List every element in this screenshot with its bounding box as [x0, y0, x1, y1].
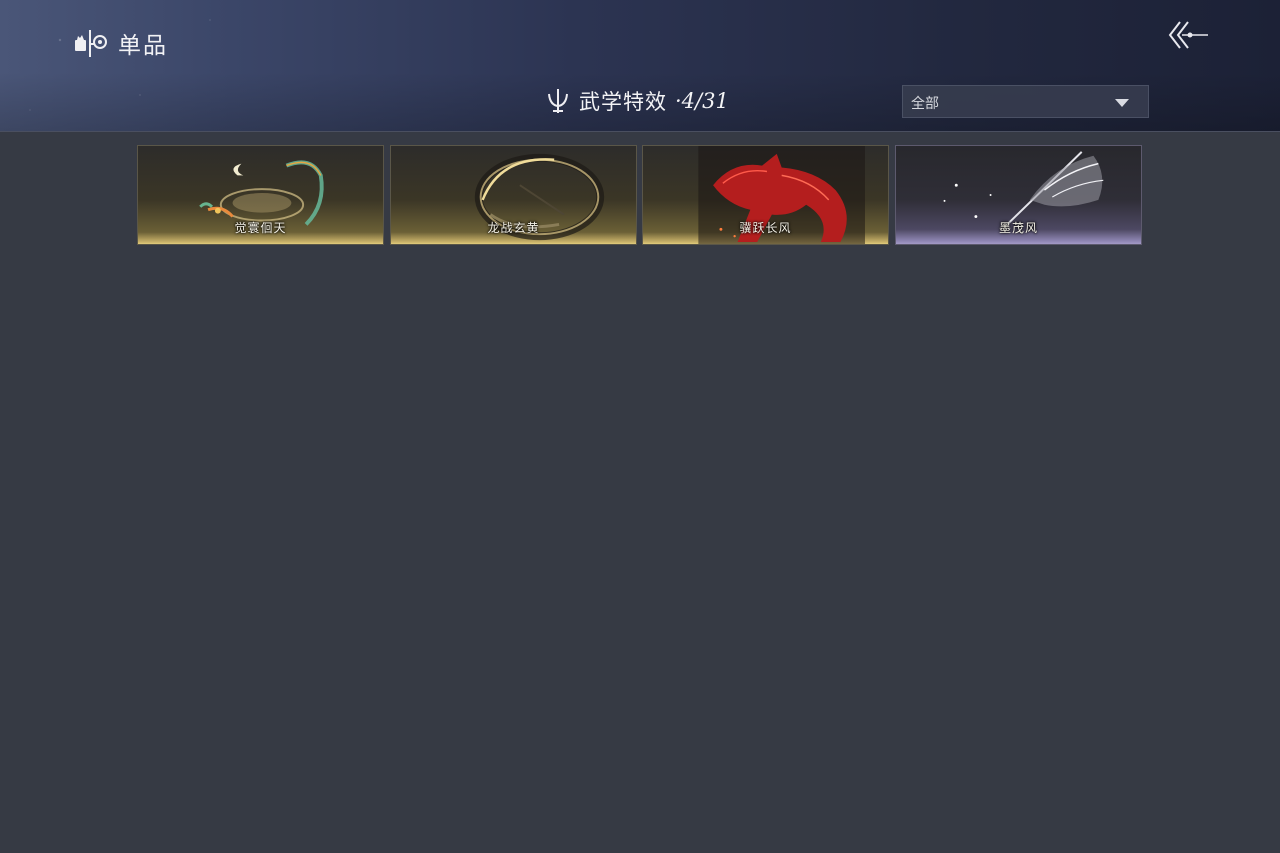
martial-trident-icon [548, 89, 568, 113]
shop-screen: 单品 武学特效 ·4/31 全部 觉寰佪天 龙战玄黄 骥跃长风 墨茂风 [0, 0, 1280, 853]
item-name: 墨茂风 [998, 221, 1038, 235]
item-card[interactable]: 觉寰佪天 [137, 145, 384, 245]
item-name: 龙战玄黄 [487, 221, 540, 235]
chevron-down-icon [1115, 99, 1129, 107]
item-name: 觉寰佪天 [234, 221, 287, 235]
back-arrow-icon[interactable] [1166, 18, 1210, 52]
category-count: ·4/31 [675, 89, 729, 113]
category-label: 武学特效 [579, 90, 667, 114]
item-name: 骥跃长风 [739, 221, 792, 235]
shop-item-icon [75, 30, 107, 57]
item-card[interactable]: 墨茂风 [895, 145, 1142, 245]
item-grid: 觉寰佪天 龙战玄黄 骥跃长风 墨茂风 [137, 145, 1143, 245]
filter-dropdown[interactable]: 全部 [902, 85, 1149, 118]
category-title: 武学特效 ·4/31 [545, 86, 729, 116]
filter-selected-value: 全部 [911, 96, 939, 112]
item-card[interactable]: 龙战玄黄 [390, 145, 637, 245]
section-title: 单品 [118, 33, 168, 59]
item-card[interactable]: 骥跃长风 [642, 145, 889, 245]
section-header: 单品 [74, 26, 168, 60]
